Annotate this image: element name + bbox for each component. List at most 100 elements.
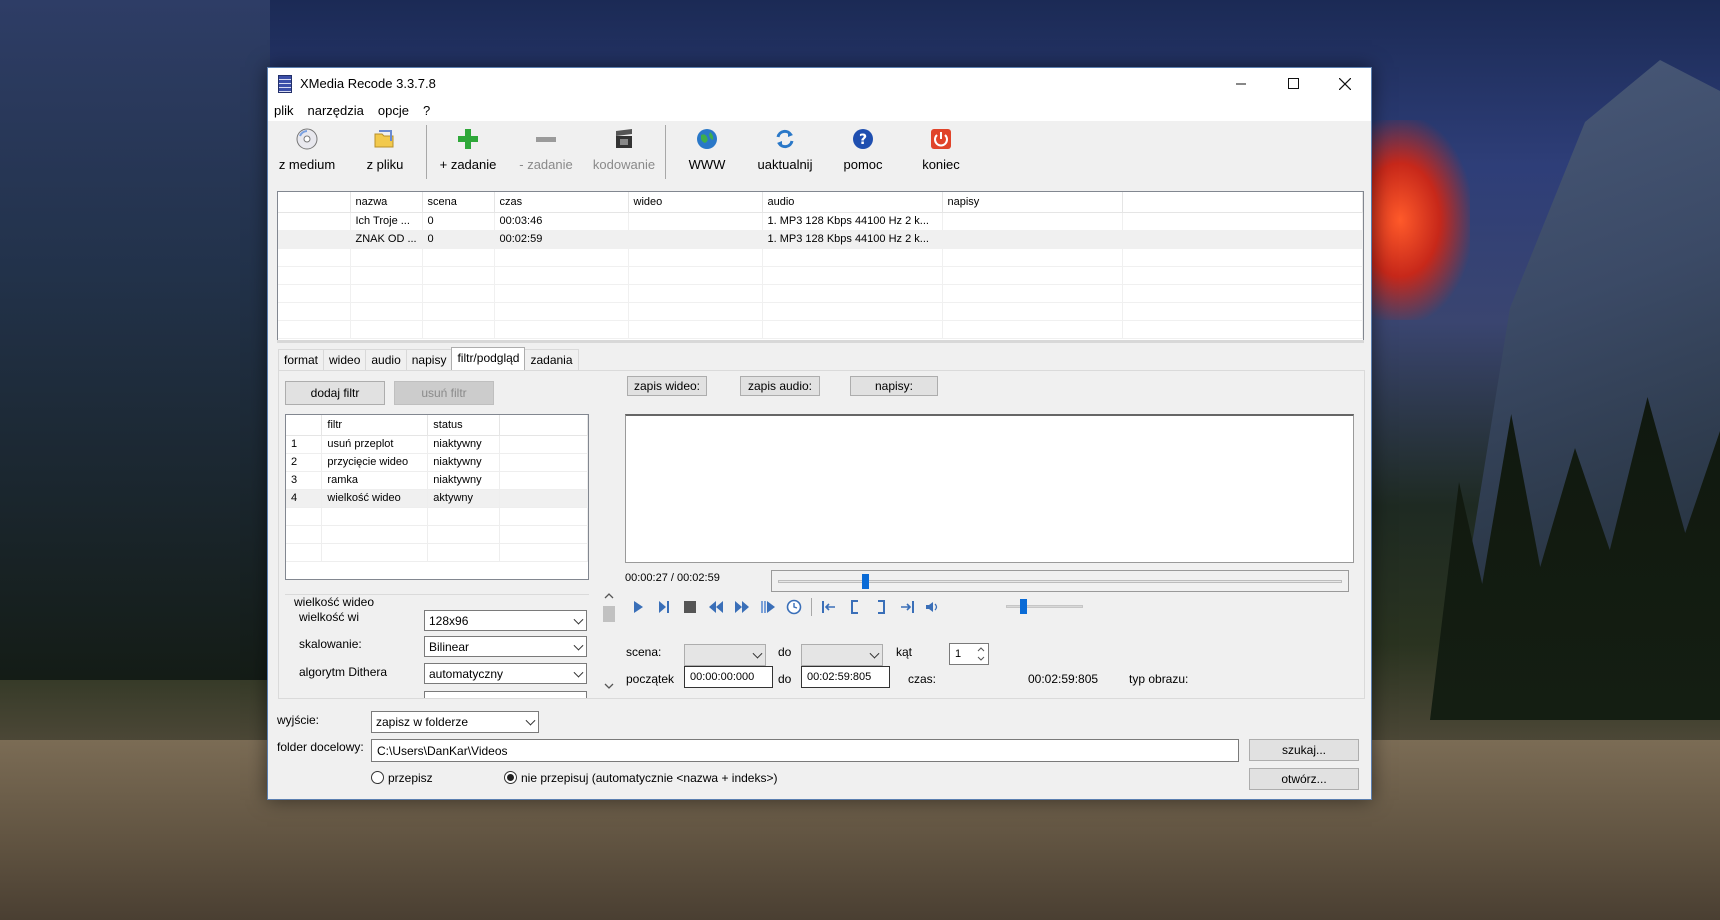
remove-filter-button[interactable]: usuń filtr (394, 381, 494, 405)
tab-subtitles[interactable]: napisy (405, 349, 453, 370)
filter-list[interactable]: filtr status 1 usuń przeplot niaktywny 2… (285, 414, 589, 580)
slow-motion-button[interactable] (755, 597, 781, 617)
column-header-scene[interactable]: scena (422, 192, 495, 213)
table-row[interactable]: Ich Troje ... 0 00:03:46 1. MP3 128 Kbps… (278, 212, 1363, 231)
filter-status: aktywny (427, 489, 501, 508)
list-item[interactable]: 4 wielkość wideo aktywny (286, 489, 588, 508)
scene-to-select[interactable] (801, 644, 883, 666)
output-label: wyjście: (277, 713, 320, 727)
minimize-button[interactable] (1215, 68, 1267, 99)
filter-name: przycięcie wideo (321, 453, 429, 472)
menu-file[interactable]: plik (274, 103, 294, 118)
column-header-name[interactable]: nazwa (350, 192, 423, 213)
scroll-thumb (603, 606, 615, 622)
job-name-cell: Ich Troje ... (350, 212, 423, 231)
no-overwrite-radio[interactable] (504, 771, 517, 784)
menu-tools[interactable]: narzędzia (308, 103, 364, 118)
video-size-group: wielkość wideo wielkość wideo: 128x96 sk… (285, 594, 589, 698)
video-size-select[interactable]: 128x96 (424, 610, 587, 631)
encode-button[interactable]: kodowanie (585, 121, 663, 185)
close-button[interactable] (1319, 68, 1371, 99)
column-header-audio[interactable]: audio (762, 192, 943, 213)
clock-button[interactable] (781, 597, 807, 617)
exit-label: koniec (922, 157, 960, 172)
scene-from-select[interactable] (684, 644, 766, 666)
from-media-button[interactable]: z medium (268, 121, 346, 185)
menu-options[interactable]: opcje (378, 103, 409, 118)
chevron-down-icon (869, 648, 880, 659)
column-header-status[interactable]: status (427, 415, 501, 436)
empty-row (278, 248, 1363, 267)
column-header-subtitles[interactable]: napisy (942, 192, 1123, 213)
rewind-button[interactable] (703, 597, 729, 617)
save-audio-button[interactable]: zapis audio: (740, 376, 820, 396)
volume-button[interactable] (920, 597, 946, 617)
group-scrollbar[interactable] (602, 589, 616, 693)
tab-jobs[interactable]: zadania (524, 349, 579, 370)
set-start-button[interactable] (842, 597, 868, 617)
next-frame-button[interactable] (651, 597, 677, 617)
play-button[interactable] (625, 597, 651, 617)
question-icon: ? (851, 127, 875, 151)
bracket-close-icon (878, 600, 885, 614)
clock-icon (786, 599, 802, 615)
tab-video[interactable]: wideo (323, 349, 367, 370)
window-title: XMedia Recode 3.3.7.8 (300, 76, 436, 91)
www-button[interactable]: WWW (668, 121, 746, 185)
volume-track (1006, 605, 1083, 608)
scaling-select[interactable]: Bilinear (424, 636, 587, 657)
tab-format[interactable]: format (278, 349, 325, 370)
menu-help[interactable]: ? (423, 103, 430, 118)
set-end-button[interactable] (868, 597, 894, 617)
column-header-video[interactable]: wideo (628, 192, 763, 213)
from-file-button[interactable]: z pliku (346, 121, 424, 185)
output-mode-select[interactable]: zapisz w folderze (371, 711, 539, 733)
next-option-select[interactable] (424, 691, 587, 698)
stop-button[interactable] (677, 597, 703, 617)
exit-button[interactable]: koniec (902, 121, 980, 185)
close-icon (1339, 77, 1351, 90)
list-item[interactable]: 3 ramka niaktywny (286, 471, 588, 490)
dither-select[interactable]: automatyczny (424, 663, 587, 684)
column-header-time[interactable]: czas (494, 192, 629, 213)
update-button[interactable]: uaktualnij (746, 121, 824, 185)
go-to-end-button[interactable] (894, 597, 920, 617)
job-list[interactable]: nazwa scena czas wideo audio napisy Ich … (277, 191, 1364, 341)
tab-audio[interactable]: audio (365, 349, 407, 370)
column-header-blank[interactable] (278, 192, 351, 213)
open-button[interactable]: otwórz... (1249, 768, 1359, 790)
remove-job-button[interactable]: - zadanie (507, 121, 585, 185)
end-time-input[interactable]: 00:02:59:805 (801, 666, 890, 688)
volume-thumb[interactable] (1020, 599, 1027, 614)
column-header-number[interactable] (286, 415, 323, 436)
start-label: początek (626, 672, 675, 686)
overwrite-radio[interactable] (371, 771, 384, 784)
seek-slider[interactable] (771, 570, 1349, 592)
minimize-icon (1235, 83, 1246, 85)
folder-input[interactable]: C:\Users\DanKar\Videos (371, 739, 1239, 762)
splitter[interactable] (277, 340, 1364, 343)
browse-button[interactable]: szukaj... (1249, 739, 1359, 761)
maximize-button[interactable] (1267, 68, 1319, 99)
list-item[interactable]: 1 usuń przeplot niaktywny (286, 435, 588, 454)
fast-forward-button[interactable] (729, 597, 755, 617)
seek-thumb[interactable] (862, 574, 870, 589)
help-button[interactable]: ? pomoc (824, 121, 902, 185)
toolbar-separator (426, 125, 427, 179)
subtitles-button[interactable]: napisy: (850, 376, 938, 396)
go-to-start-button[interactable] (816, 597, 842, 617)
filter-status: niaktywny (427, 435, 501, 454)
angle-spinbox[interactable]: 1 (949, 643, 989, 665)
tab-filter-preview[interactable]: filtr/podgląd (451, 347, 526, 370)
toolbar-separator (665, 125, 666, 179)
refresh-icon (773, 127, 797, 151)
volume-slider[interactable] (1006, 597, 1083, 617)
save-video-button[interactable]: zapis wideo: (627, 376, 707, 396)
empty-row (286, 507, 588, 526)
start-time-input[interactable]: 00:00:00:000 (684, 666, 773, 688)
list-item[interactable]: 2 przycięcie wideo niaktywny (286, 453, 588, 472)
column-header-filter[interactable]: filtr (321, 415, 429, 436)
table-row[interactable]: ZNAK OD ... 0 00:02:59 1. MP3 128 Kbps 4… (278, 230, 1363, 249)
add-filter-button[interactable]: dodaj filtr (285, 381, 385, 405)
add-job-button[interactable]: + zadanie (429, 121, 507, 185)
